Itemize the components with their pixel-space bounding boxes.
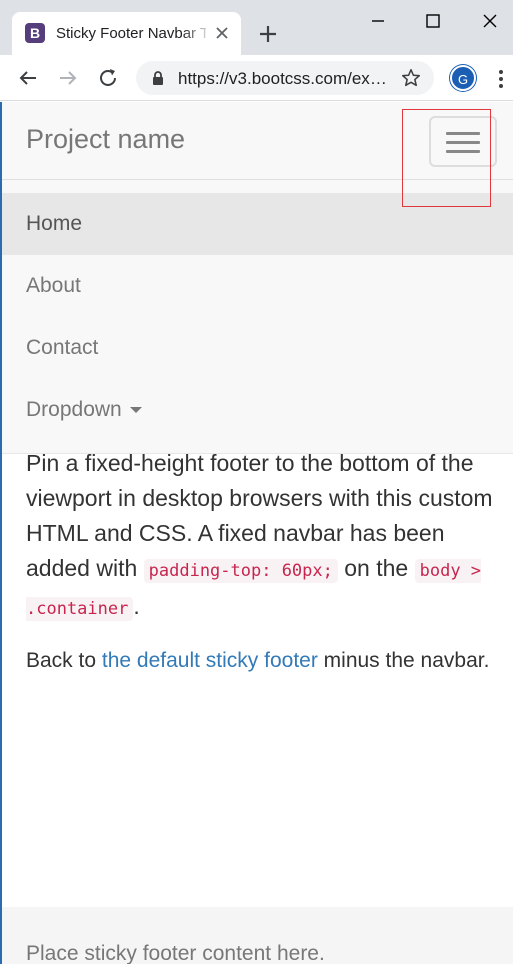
browser-menu-icon[interactable] xyxy=(493,67,509,91)
close-window-icon[interactable] xyxy=(479,10,501,32)
nav-item-dropdown[interactable]: Dropdown xyxy=(2,379,513,441)
nav-item-home[interactable]: Home xyxy=(2,193,513,255)
back-text: minus the navbar. xyxy=(317,649,490,672)
back-text: Back to xyxy=(26,649,102,672)
hamburger-icon-bar xyxy=(446,141,480,144)
reload-icon[interactable] xyxy=(96,66,120,90)
close-tab-icon[interactable] xyxy=(212,23,232,43)
hamburger-icon-bar xyxy=(446,150,480,153)
tab-strip: B Sticky Footer Navbar Template for Boot… xyxy=(0,0,513,55)
new-tab-icon[interactable] xyxy=(256,22,280,46)
maximize-icon[interactable] xyxy=(422,10,444,32)
nav-item-label: Home xyxy=(26,212,83,235)
hamburger-icon xyxy=(446,132,480,135)
nav-item-label: About xyxy=(26,274,81,297)
nav-item-contact[interactable]: Contact xyxy=(2,317,513,379)
url-text[interactable]: https://v3.bootcss.com/examples/sticky-f… xyxy=(178,69,388,89)
minimize-icon[interactable] xyxy=(367,10,389,32)
nav-menu: Home About Contact Dropdown xyxy=(2,193,513,441)
address-bar[interactable]: https://v3.bootcss.com/examples/sticky-f… xyxy=(136,61,434,95)
nav-item-label: Contact xyxy=(26,336,99,359)
caret-down-icon xyxy=(129,407,142,414)
back-paragraph: Back to the default sticky footer minus … xyxy=(26,645,496,676)
navbar-toggle-button[interactable] xyxy=(429,116,497,167)
bookmark-star-icon[interactable] xyxy=(400,67,422,89)
footer-text: Place sticky footer content here. xyxy=(26,942,325,964)
profile-avatar[interactable]: G xyxy=(450,65,476,91)
main-content: Pin a fixed-height footer to the bottom … xyxy=(26,446,496,676)
lock-icon[interactable] xyxy=(150,70,166,86)
browser-tab[interactable]: B Sticky Footer Navbar Template for Boot… xyxy=(12,12,241,55)
navbar: Project name Home About Contact Dropdown xyxy=(2,102,513,454)
navbar-brand[interactable]: Project name xyxy=(26,124,185,155)
tab-title-fade xyxy=(182,20,212,46)
bootstrap-favicon-icon: B xyxy=(25,23,45,43)
default-sticky-footer-link[interactable]: the default sticky footer xyxy=(102,649,318,672)
lead-paragraph: Pin a fixed-height footer to the bottom … xyxy=(26,446,496,627)
code-padding-top: padding-top: 60px; xyxy=(143,559,338,583)
sticky-footer: Place sticky footer content here. xyxy=(2,907,513,964)
browser-toolbar: https://v3.bootcss.com/examples/sticky-f… xyxy=(0,55,513,101)
page-viewport: Project name Home About Contact Dropdown… xyxy=(0,102,513,964)
back-arrow-icon[interactable] xyxy=(16,66,40,90)
lead-text: on the xyxy=(337,555,415,581)
navbar-header: Project name xyxy=(2,102,513,180)
forward-arrow-icon[interactable] xyxy=(56,66,80,90)
nav-item-about[interactable]: About xyxy=(2,255,513,317)
nav-item-label: Dropdown xyxy=(26,398,122,421)
lead-text: . xyxy=(133,593,140,619)
